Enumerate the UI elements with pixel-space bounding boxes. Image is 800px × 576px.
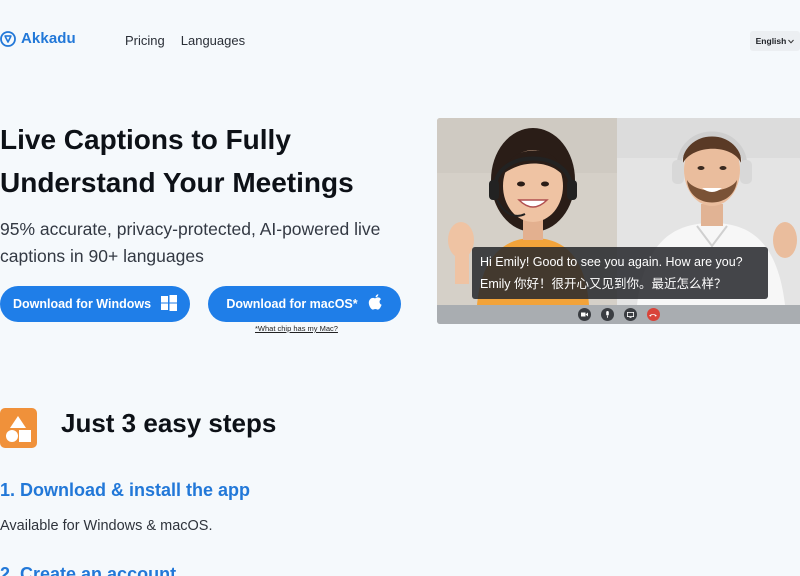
language-selector[interactable]: English (750, 31, 800, 51)
nav-link-languages[interactable]: Languages (181, 33, 245, 48)
translate-logo-icon (0, 30, 16, 47)
caption-english: Hi Emily! Good to see you again. How are… (480, 255, 743, 269)
shapes-icon (0, 408, 37, 448)
chevron-down-icon (788, 36, 795, 46)
steps-heading: Just 3 easy steps (61, 408, 277, 438)
step-1-description: Available for Windows & macOS. (0, 518, 213, 534)
screen-share-icon[interactable] (623, 308, 637, 321)
top-navigation: Akkadu Pricing Languages English (0, 0, 800, 82)
windows-icon (161, 294, 178, 314)
download-mac-button[interactable]: Download for macOS* (208, 286, 401, 322)
download-windows-button[interactable]: Download for Windows (0, 286, 190, 322)
mac-chip-link[interactable]: *What chip has my Mac? (255, 324, 338, 333)
nav-link-pricing[interactable]: Pricing (125, 33, 165, 48)
download-windows-label: Download for Windows (12, 297, 152, 311)
landing-page: Akkadu Pricing Languages English Live Ca… (0, 0, 800, 576)
step-2-title: 2. Create an account (0, 564, 177, 576)
download-mac-label: Download for macOS* (226, 297, 358, 311)
live-caption-overlay: Hi Emily! Good to see you again. How are… (472, 247, 768, 299)
hero-title-line-2: Understand Your Meetings (0, 167, 354, 198)
video-camera-icon[interactable] (577, 308, 591, 321)
brand-logo[interactable]: Akkadu (0, 30, 76, 47)
brand-name: Akkadu (21, 30, 76, 47)
language-selector-label: English (755, 36, 787, 46)
step-1-title: 1. Download & install the app (0, 480, 251, 500)
main-nav: Pricing Languages (125, 33, 245, 48)
call-controls-bar (437, 305, 800, 324)
hero-title-line-1: Live Captions to Fully (0, 124, 291, 155)
apple-icon (368, 294, 383, 314)
hero-subtitle: 95% accurate, privacy-protected, AI-powe… (0, 216, 430, 270)
hero-subtitle-line-1: 95% accurate, privacy-protected, AI-powe… (0, 219, 381, 239)
hero-subtitle-line-2: captions in 90+ languages (0, 246, 204, 266)
microphone-icon[interactable] (600, 308, 614, 321)
end-call-icon[interactable] (646, 308, 660, 321)
caption-chinese: Emily 你好！很开心又见到你。最近怎么样？ (480, 277, 727, 291)
hero-title: Live Captions to Fully Understand Your M… (0, 118, 430, 204)
